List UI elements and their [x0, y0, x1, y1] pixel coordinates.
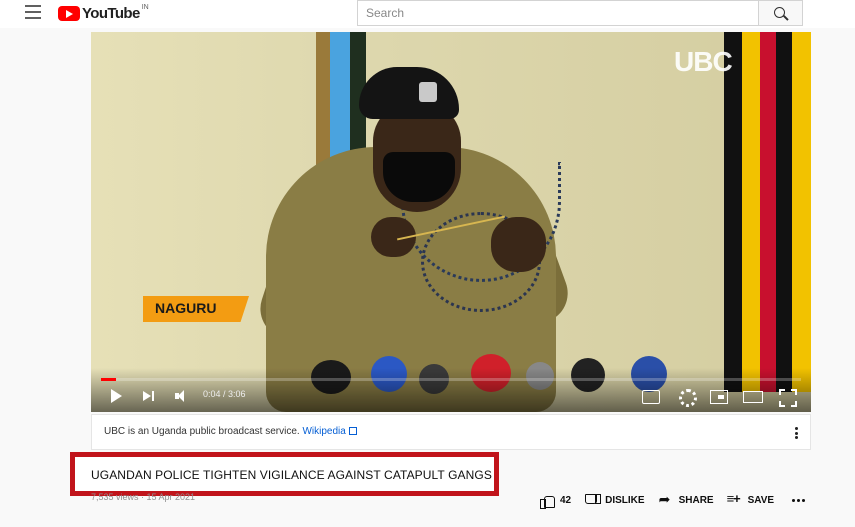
thumbs-up-icon	[540, 494, 555, 509]
video-meta: 7,535 views · 15 Apr 2021	[91, 492, 196, 502]
time-display: 0:04 / 3:06	[203, 389, 246, 399]
youtube-play-logo-icon	[58, 5, 80, 21]
dislike-label: DISLIKE	[605, 494, 645, 506]
gear-icon[interactable]	[678, 388, 697, 407]
like-button[interactable]: 42	[540, 494, 572, 509]
progress-fill	[101, 378, 117, 381]
theater-mode-icon[interactable]	[743, 388, 763, 404]
ubc-watermark: UBC	[674, 46, 733, 77]
kebab-menu-icon[interactable]	[795, 427, 798, 439]
location-tag: NAGURU	[143, 296, 249, 322]
logo-region: IN	[141, 4, 149, 11]
info-panel: UBC is an Uganda public broadcast servic…	[91, 414, 811, 450]
share-button[interactable]: SHARE	[659, 491, 714, 508]
miniplayer-icon[interactable]	[710, 388, 728, 404]
officer-hand-right	[491, 217, 546, 272]
more-actions-icon[interactable]	[792, 498, 806, 502]
thumbs-down-icon	[585, 493, 602, 507]
next-icon[interactable]	[143, 388, 157, 404]
info-panel-text: UBC is an Uganda public broadcast servic…	[104, 426, 300, 437]
fullscreen-icon[interactable]	[779, 388, 797, 407]
controls-gradient	[91, 368, 811, 412]
save-button[interactable]: SAVE	[727, 491, 775, 507]
save-label: SAVE	[747, 494, 775, 506]
playlist-add-icon	[727, 491, 742, 507]
external-link-icon[interactable]	[348, 427, 357, 435]
action-bar: 42 DISLIKE SHARE SAVE	[540, 491, 806, 509]
search-button[interactable]	[759, 0, 803, 26]
face-mask	[383, 152, 455, 202]
video-title: UGANDAN POLICE TIGHTEN VIGILANCE AGAINST…	[91, 468, 492, 482]
youtube-logo[interactable]: YouTube IN	[58, 4, 149, 22]
beret-badge	[419, 82, 437, 102]
search-input[interactable]: Search	[357, 0, 759, 26]
dislike-button[interactable]: DISLIKE	[585, 493, 645, 507]
share-label: SHARE	[678, 494, 714, 506]
play-icon[interactable]	[111, 388, 123, 404]
logo-text: YouTube	[82, 4, 140, 22]
hamburger-menu-icon[interactable]	[25, 5, 41, 19]
video-player[interactable]: UBC NAGURU 0:04 / 3:06	[91, 32, 811, 412]
wikipedia-link[interactable]: Wikipedia	[302, 426, 345, 437]
search-icon	[774, 7, 785, 18]
uganda-flag	[724, 32, 811, 392]
like-count: 42	[560, 494, 572, 506]
subtitles-icon[interactable]	[642, 388, 660, 404]
volume-icon[interactable]	[175, 388, 191, 404]
share-icon	[659, 491, 673, 508]
top-bar: YouTube IN Search	[0, 0, 855, 28]
progress-bar[interactable]	[101, 378, 801, 381]
